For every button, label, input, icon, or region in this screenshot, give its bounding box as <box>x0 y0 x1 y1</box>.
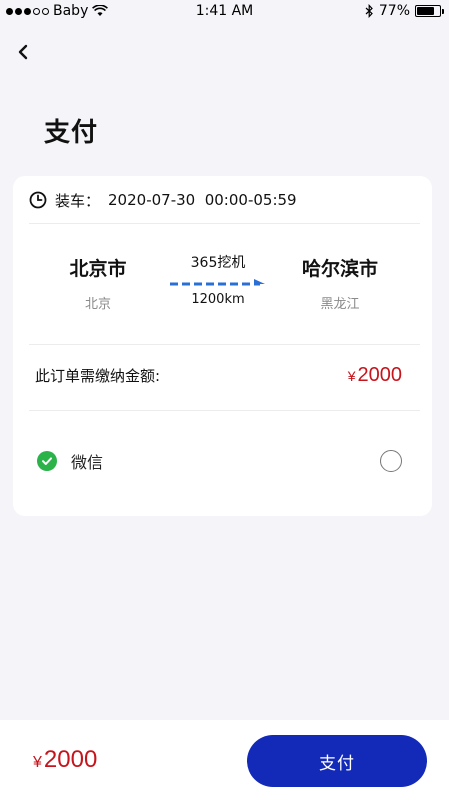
amount-value: ¥2000 <box>348 364 402 387</box>
route-section: 北京市 北京 365挖机 1200km 哈尔滨市 黑龙江 <box>13 254 432 314</box>
clock-icon <box>29 191 47 209</box>
destination-city: 哈尔滨市 <box>301 258 378 280</box>
page-title: 支付 <box>44 118 99 148</box>
destination: 哈尔滨市 黑龙江 <box>270 254 410 312</box>
load-label: 装车： <box>55 191 101 210</box>
amount-row: 此订单需缴纳金额: ¥2000 <box>35 361 402 389</box>
battery-percent: 77% <box>378 3 410 19</box>
origin-city: 北京市 <box>69 258 127 280</box>
destination-province: 黑龙江 <box>320 297 360 312</box>
status-bar: Baby 1:41 AM 77% <box>0 0 449 24</box>
route-arrow-icon <box>170 279 265 286</box>
amount-label: 此订单需缴纳金额: <box>35 366 161 385</box>
vehicle-type: 365挖机 <box>190 255 246 271</box>
status-right: 77% <box>365 3 444 19</box>
back-button[interactable] <box>12 40 36 64</box>
route-distance: 1200km <box>191 292 245 307</box>
payment-option-radio[interactable] <box>380 450 402 472</box>
load-time: 2020-07-30 00:00-05:59 <box>108 191 297 209</box>
payment-page: Baby 1:41 AM 77% 支付 装车： 2020-07-30 00:00… <box>0 0 449 800</box>
amount-number: 2000 <box>357 363 403 386</box>
divider <box>29 344 420 345</box>
order-card: 装车： 2020-07-30 00:00-05:59 北京市 北京 365挖机 … <box>13 176 432 516</box>
route-info: 365挖机 1200km <box>163 254 273 307</box>
chevron-left-icon <box>18 44 28 60</box>
battery-icon <box>415 5 444 17</box>
origin-province: 北京 <box>84 297 111 312</box>
divider <box>29 410 420 411</box>
total-number: 2000 <box>43 746 98 773</box>
total-amount: ¥2000 <box>33 746 97 774</box>
divider <box>29 223 420 224</box>
battery-fill <box>417 7 434 15</box>
wechat-icon <box>37 451 57 471</box>
pay-button[interactable]: 支付 <box>247 735 427 787</box>
origin: 北京市 北京 <box>28 254 168 312</box>
currency-symbol: ¥ <box>347 367 356 384</box>
payment-option-wechat[interactable]: 微信 <box>37 448 402 474</box>
bluetooth-icon <box>365 4 373 18</box>
bottom-bar: ¥2000 支付 <box>0 720 449 800</box>
load-time-row: 装车： 2020-07-30 00:00-05:59 <box>29 188 416 212</box>
payment-option-label: 微信 <box>71 453 104 472</box>
total-currency: ¥ <box>33 754 42 771</box>
